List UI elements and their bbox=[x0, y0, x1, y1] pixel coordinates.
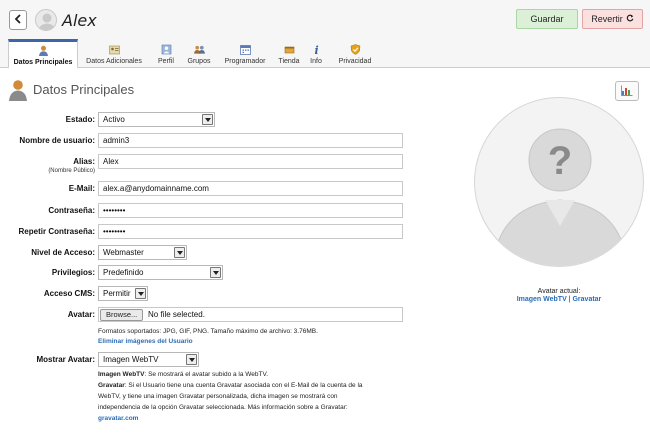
help-gravatar-line3: independencia de la opción Gravatar sele… bbox=[98, 404, 348, 411]
password-repeat-field[interactable]: •••••••• bbox=[98, 224, 403, 239]
help-gravatar-line2: WebTV, y tiene una imagen Gravatar perso… bbox=[98, 393, 338, 400]
delete-images-link[interactable]: Eliminar imágenes del Usuario bbox=[98, 337, 193, 346]
link-separator: | bbox=[568, 296, 571, 303]
shield-icon bbox=[350, 44, 361, 55]
usuario-input[interactable]: admin3 bbox=[98, 133, 403, 148]
email-field[interactable]: alex.a@anydomainname.com bbox=[98, 181, 403, 196]
user-icon bbox=[8, 79, 28, 101]
section-title: Datos Principales bbox=[33, 82, 135, 97]
tab-label: Programador bbox=[224, 58, 266, 65]
mostrar-avatar-label: Mostrar Avatar: bbox=[36, 355, 95, 364]
save-button[interactable]: Guardar bbox=[516, 9, 578, 29]
profile-icon bbox=[161, 44, 172, 55]
tab-datos-principales[interactable]: Datos Principales bbox=[8, 39, 78, 69]
tab-label: Datos Principales bbox=[13, 59, 73, 66]
cart-icon bbox=[284, 44, 295, 55]
tab-datos-adicionales[interactable]: Datos Adicionales bbox=[82, 41, 146, 68]
tab-label: Grupos bbox=[187, 58, 211, 65]
user-icon bbox=[38, 45, 49, 56]
chevron-down-icon bbox=[174, 247, 185, 258]
avatar-file-field bbox=[98, 307, 403, 322]
password-repeat-label: Repetir Contraseña: bbox=[18, 227, 95, 236]
tab-label: Perfil bbox=[158, 58, 174, 65]
mostrar-avatar-value: Imagen WebTV bbox=[103, 355, 159, 364]
svg-text:?: ? bbox=[548, 139, 572, 183]
tab-label: Info bbox=[310, 58, 322, 65]
estado-select[interactable]: Activo bbox=[98, 112, 215, 127]
alias-sublabel: (Nombre Público) bbox=[48, 168, 95, 174]
back-button[interactable] bbox=[9, 10, 27, 30]
groups-icon bbox=[193, 44, 205, 55]
estado-value: Activo bbox=[103, 115, 125, 124]
help-webtv-text: : Se mostrará el avatar subido a la WebT… bbox=[144, 371, 269, 378]
imagen-webtv-link[interactable]: Imagen WebTV bbox=[517, 296, 567, 303]
usuario-label: Nombre de usuario: bbox=[19, 136, 95, 145]
alias-input[interactable]: Alex bbox=[98, 154, 403, 169]
acceso-cms-label: Acceso CMS: bbox=[43, 289, 95, 298]
help-gravatar: Gravatar: Si el Usuario tiene una cuenta… bbox=[98, 381, 363, 390]
refresh-icon bbox=[626, 14, 634, 24]
acceso-cms-select[interactable]: Permitir bbox=[98, 286, 148, 301]
estado-label: Estado: bbox=[65, 115, 95, 124]
revert-button[interactable]: Revertir bbox=[582, 9, 643, 29]
chevron-down-icon bbox=[186, 354, 197, 365]
privilegios-value: Predefinido bbox=[103, 268, 144, 277]
alias-label: Alias: bbox=[73, 157, 95, 166]
tab-tienda[interactable]: Tienda bbox=[276, 41, 302, 68]
nivel-select[interactable]: Webmaster bbox=[98, 245, 187, 260]
privilegios-select[interactable]: Predefinido bbox=[98, 265, 223, 280]
tab-label: Tienda bbox=[278, 58, 300, 65]
calendar-icon bbox=[239, 44, 251, 55]
top-bar: Alex Guardar Revertir bbox=[0, 0, 650, 40]
help-gravatar-title: Gravatar bbox=[98, 382, 125, 389]
help-gravatar-line1: : Si el Usuario tiene una cuenta Gravata… bbox=[124, 382, 363, 389]
avatar-source-links: Imagen WebTV | Gravatar bbox=[474, 296, 644, 303]
avatar bbox=[35, 9, 57, 31]
tab-label: Privacidad bbox=[338, 58, 372, 65]
info-icon: i bbox=[311, 44, 322, 55]
gravatar-link[interactable]: gravatar.com bbox=[98, 414, 138, 423]
email-label: E-Mail: bbox=[68, 184, 95, 193]
tab-privacidad[interactable]: Privacidad bbox=[334, 41, 376, 68]
gravatar-avatar-link[interactable]: Gravatar bbox=[572, 296, 601, 303]
tab-perfil[interactable]: Perfil bbox=[152, 41, 180, 68]
mostrar-avatar-select[interactable]: Imagen WebTV bbox=[98, 352, 199, 367]
password-field[interactable]: •••••••• bbox=[98, 203, 403, 218]
privilegios-label: Privilegios: bbox=[51, 268, 95, 277]
avatar-caption: Avatar actual: bbox=[537, 288, 581, 295]
page-title: Alex bbox=[62, 11, 97, 30]
file-status: No file selected. bbox=[148, 310, 205, 319]
help-webtv-title: Imagen WebTV bbox=[98, 371, 145, 378]
current-avatar-image: ? bbox=[474, 97, 644, 267]
chart-icon bbox=[621, 85, 633, 98]
password-label: Contraseña: bbox=[48, 206, 95, 215]
tab-bar: Datos Principales Datos Adicionales Perf… bbox=[0, 38, 650, 69]
nivel-label: Nivel de Acceso: bbox=[31, 248, 95, 257]
chevron-down-icon bbox=[135, 288, 146, 299]
tab-label: Datos Adicionales bbox=[86, 58, 142, 65]
tab-grupos[interactable]: Grupos bbox=[184, 41, 214, 68]
chevron-left-icon bbox=[14, 14, 22, 26]
avatar-label: Avatar: bbox=[67, 310, 95, 319]
profile-card-icon bbox=[108, 44, 120, 55]
tab-programador[interactable]: Programador bbox=[220, 41, 270, 68]
chevron-down-icon bbox=[210, 267, 221, 278]
browse-button[interactable]: Browse... bbox=[100, 309, 144, 321]
svg-text:i: i bbox=[314, 44, 318, 55]
help-webtv: Imagen WebTV: Se mostrará el avatar subi… bbox=[98, 370, 268, 379]
chevron-down-icon bbox=[202, 114, 213, 125]
formats-note: Formatos soportados: JPG, GIF, PNG. Tama… bbox=[98, 328, 318, 335]
stats-button[interactable] bbox=[615, 81, 639, 101]
nivel-value: Webmaster bbox=[103, 248, 144, 257]
acceso-cms-value: Permitir bbox=[103, 289, 131, 298]
revert-button-label: Revertir bbox=[591, 14, 623, 24]
tab-info[interactable]: i Info bbox=[307, 41, 325, 68]
